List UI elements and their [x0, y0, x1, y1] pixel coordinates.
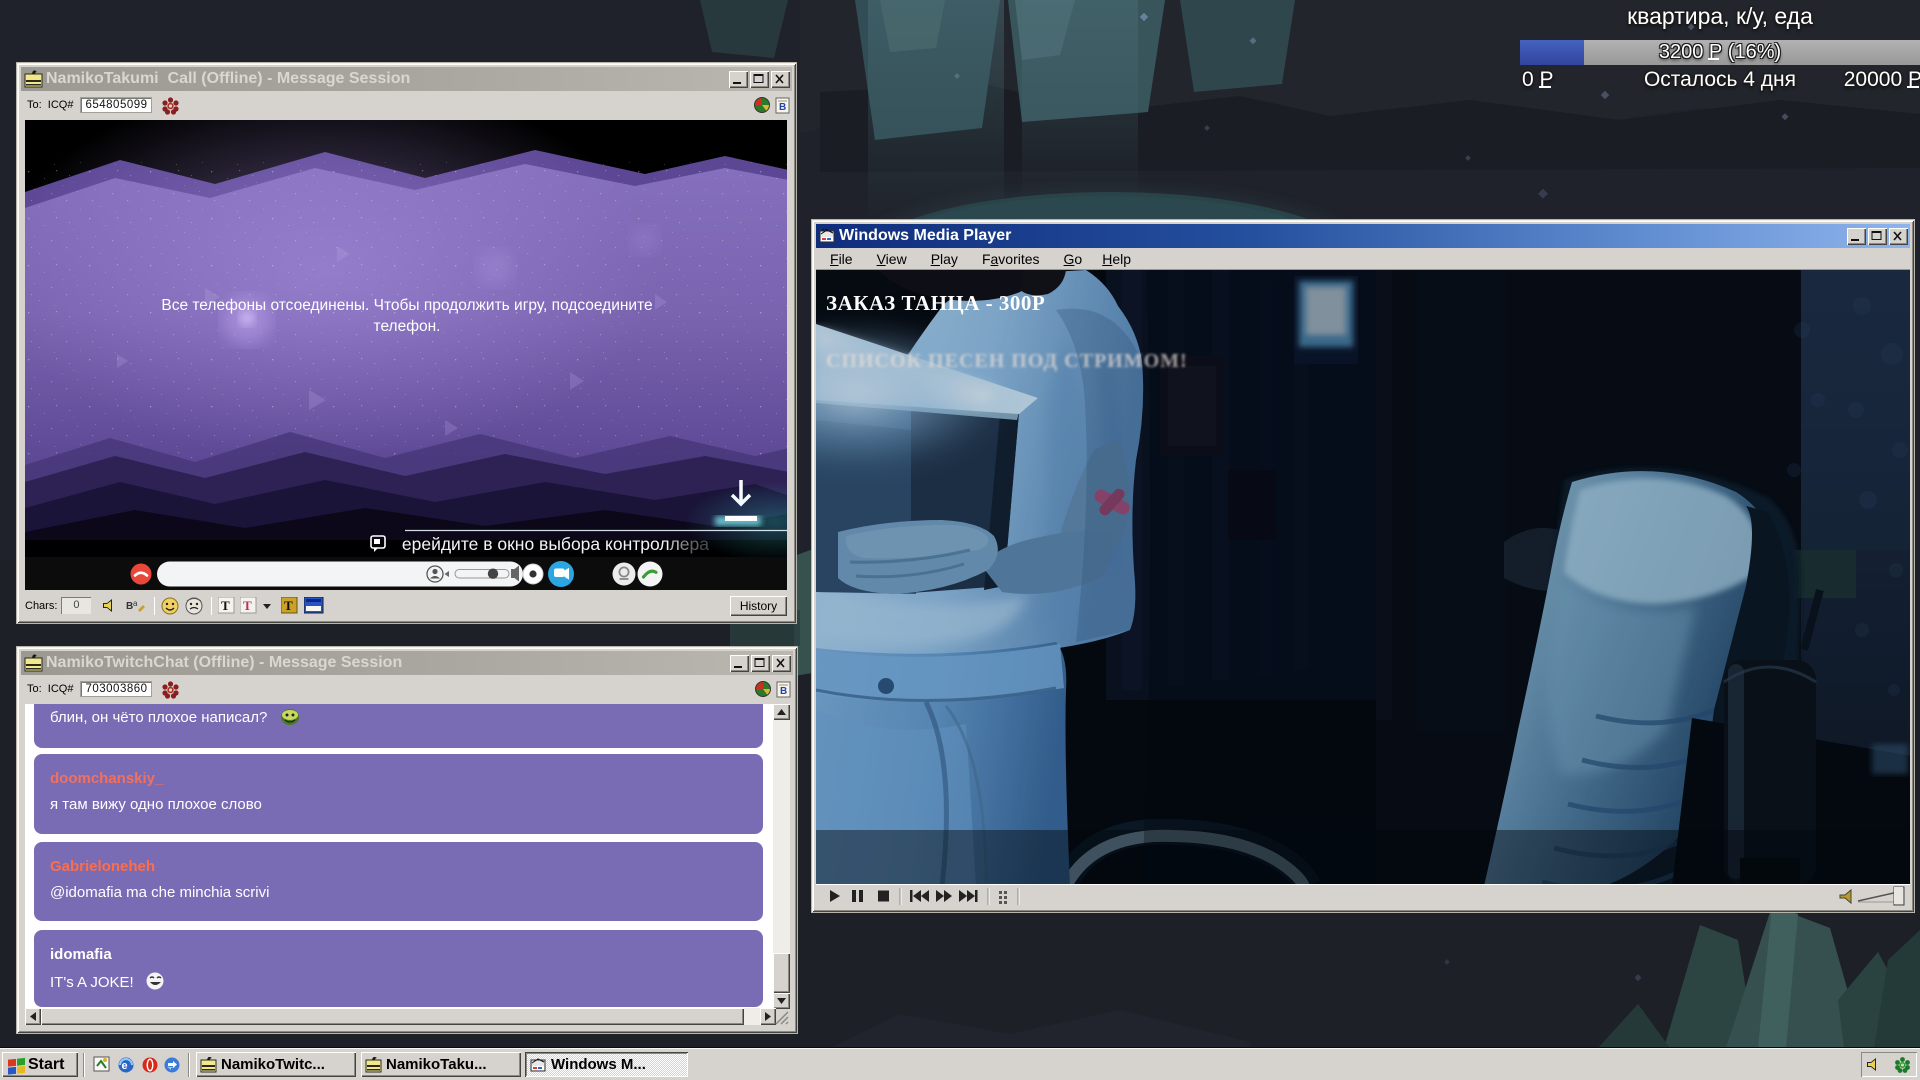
svg-text:T: T: [243, 598, 252, 613]
svg-text:Все телефоны отсоединены. Чтоб: Все телефоны отсоединены. Чтобы продолжи…: [161, 297, 652, 314]
svg-text:T: T: [221, 598, 230, 613]
svg-text:ЗАКАЗ ТАНЦА - 300Р: ЗАКАЗ ТАНЦА - 300Р: [826, 291, 1045, 315]
svg-text:T: T: [284, 598, 293, 613]
svg-text:B: B: [779, 102, 786, 113]
svg-text:e: e: [122, 1060, 128, 1072]
svg-text:СПИСОК ПЕСЕН ПОД СТРИМОМ!: СПИСОК ПЕСЕН ПОД СТРИМОМ!: [826, 350, 1188, 372]
svg-text:a: a: [133, 599, 138, 608]
svg-text:телефон.: телефон.: [374, 318, 441, 335]
svg-text:B: B: [780, 686, 787, 697]
